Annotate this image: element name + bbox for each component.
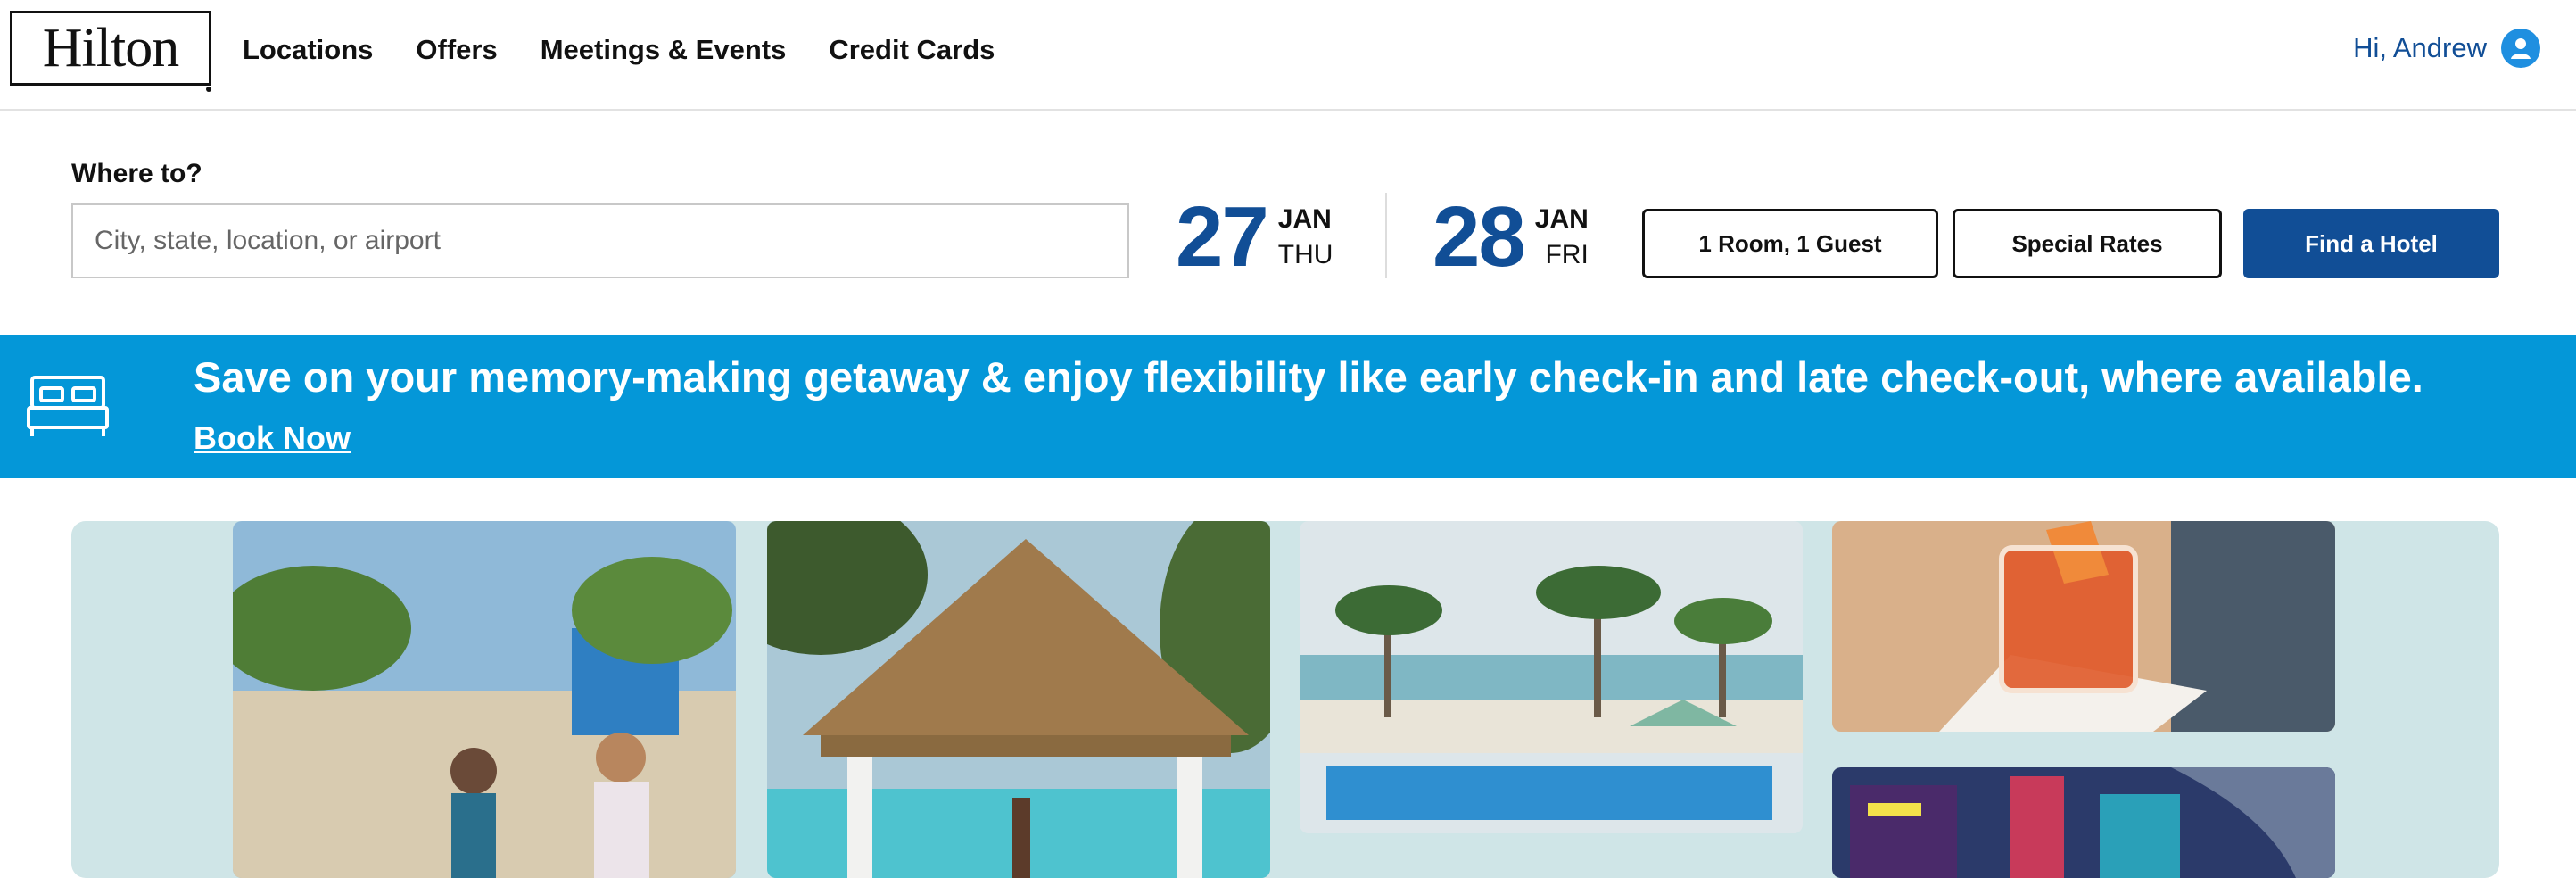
hero-photo-collage [71,521,2499,878]
checkin-weekday: THU [1277,240,1333,269]
site-header: Hilton Locations Offers Meetings & Event… [0,0,2576,111]
nav-meetings-events[interactable]: Meetings & Events [541,34,787,66]
pool-palms-photo [1300,521,1803,833]
nav-locations[interactable]: Locations [243,34,373,66]
checkin-month: JAN [1277,204,1332,234]
user-avatar-icon [2501,29,2540,68]
nav-credit-cards[interactable]: Credit Cards [829,34,995,66]
checkout-day: 28 [1432,189,1526,285]
checkin-day: 27 [1176,189,1269,285]
checkout-weekday: FRI [1545,240,1589,269]
user-menu[interactable]: Hi, Andrew [2353,29,2540,68]
destination-label: Where to? [71,159,202,188]
promo-text-block: Save on your memory-making getaway & enj… [194,349,2477,467]
destination-input[interactable] [71,203,1129,278]
logo-registered-mark [206,87,211,92]
special-rates-button[interactable]: Special Rates [1953,209,2222,278]
find-hotel-button[interactable]: Find a Hotel [2243,209,2499,278]
date-divider [1385,193,1387,278]
checkout-month: JAN [1534,204,1589,234]
user-greeting: Hi, Andrew [2353,32,2487,63]
hilton-logo[interactable]: Hilton [10,11,211,86]
promo-banner: Save on your memory-making getaway & enj… [0,335,2576,478]
rooms-guests-button[interactable]: 1 Room, 1 Guest [1642,209,1938,278]
main-nav: Locations Offers Meetings & Events Credi… [243,30,1037,70]
neon-lounge-photo [1832,767,2335,878]
checkin-date[interactable]: 27 JAN THU [1176,189,1333,285]
promo-message: Save on your memory-making getaway & enj… [194,353,2423,401]
nav-offers[interactable]: Offers [416,34,497,66]
cocktail-photo [1832,521,2335,732]
book-now-link[interactable]: Book Now [194,419,351,456]
bed-icon [25,370,111,446]
resort-family-photo [233,521,736,878]
checkout-date[interactable]: 28 JAN FRI [1432,189,1589,285]
beach-cabana-photo [767,521,1270,878]
